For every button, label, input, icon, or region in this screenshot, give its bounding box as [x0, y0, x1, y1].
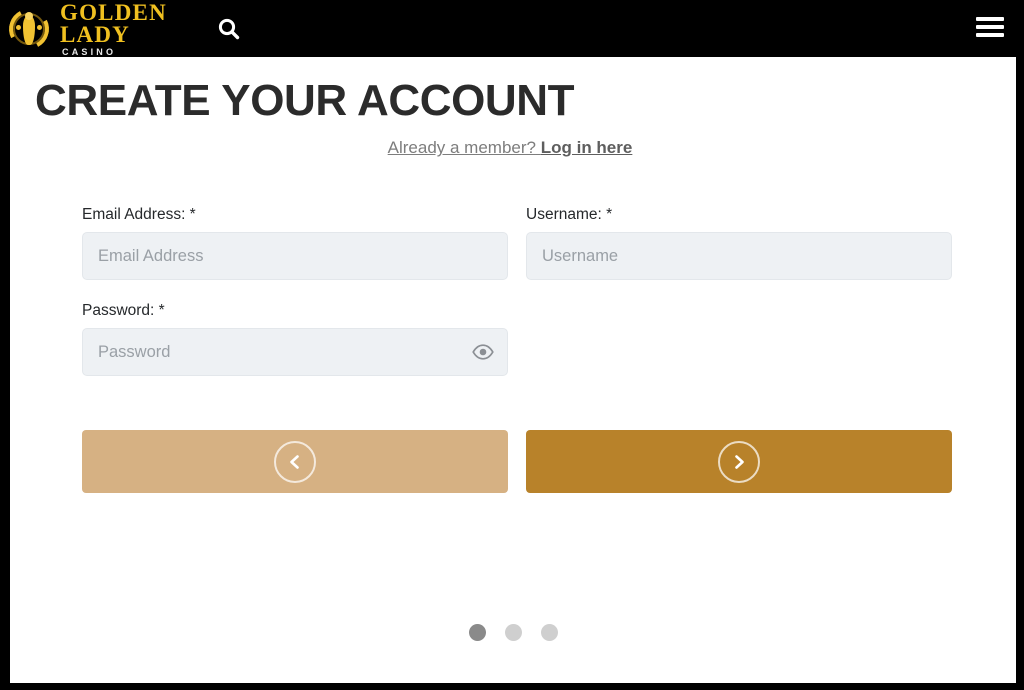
- pager-dot-2[interactable]: [504, 624, 522, 641]
- page-root: GOLDEN LADY CASINO CREATE YOUR ACCOUNT A…: [0, 0, 1024, 690]
- search-icon[interactable]: [209, 9, 249, 49]
- logo-subtitle: CASINO: [62, 46, 117, 57]
- login-prompt-text[interactable]: Already a member?: [388, 138, 536, 157]
- chevron-right-icon: [718, 440, 760, 483]
- back-button[interactable]: [82, 430, 508, 494]
- main-content: CREATE YOUR ACCOUNT Already a member? Lo…: [10, 57, 1016, 683]
- pager-dot-1[interactable]: [468, 624, 486, 641]
- email-label: Email Address: *: [82, 206, 196, 224]
- username-label: Username: *: [526, 206, 613, 224]
- password-field-group: Password: *: [82, 302, 508, 377]
- form-navigation-buttons: [82, 430, 952, 494]
- logo-wordmark: GOLDEN LADY CASINO: [60, 1, 167, 57]
- username-field-group: Username: *: [526, 206, 952, 281]
- next-button[interactable]: [526, 430, 952, 494]
- eye-icon[interactable]: [472, 341, 494, 363]
- chevron-left-icon: [274, 440, 316, 483]
- pager-dot-3[interactable]: [540, 624, 558, 641]
- logo-line-2: LADY: [60, 21, 130, 47]
- site-logo[interactable]: GOLDEN LADY CASINO: [3, 1, 167, 57]
- step-pager: [10, 624, 1016, 641]
- password-input[interactable]: [82, 328, 508, 377]
- site-header: GOLDEN LADY CASINO: [0, 0, 1024, 57]
- login-link[interactable]: Log in here: [541, 138, 633, 157]
- page-title: CREATE YOUR ACCOUNT: [35, 76, 575, 125]
- email-field-group: Email Address: *: [82, 206, 508, 281]
- signup-form: Email Address: * Username: * Password: *: [82, 206, 952, 494]
- form-row-2: Password: *: [82, 302, 952, 398]
- form-row-1: Email Address: * Username: *: [82, 206, 952, 302]
- login-prompt: Already a member? Log in here: [10, 138, 1016, 158]
- username-input[interactable]: [526, 232, 952, 281]
- hamburger-menu-icon[interactable]: [976, 14, 1004, 40]
- email-input[interactable]: [82, 232, 508, 281]
- logo-line-1: GOLDEN: [60, 0, 167, 25]
- password-label: Password: *: [82, 302, 165, 320]
- golden-lady-emblem-icon: [3, 3, 55, 54]
